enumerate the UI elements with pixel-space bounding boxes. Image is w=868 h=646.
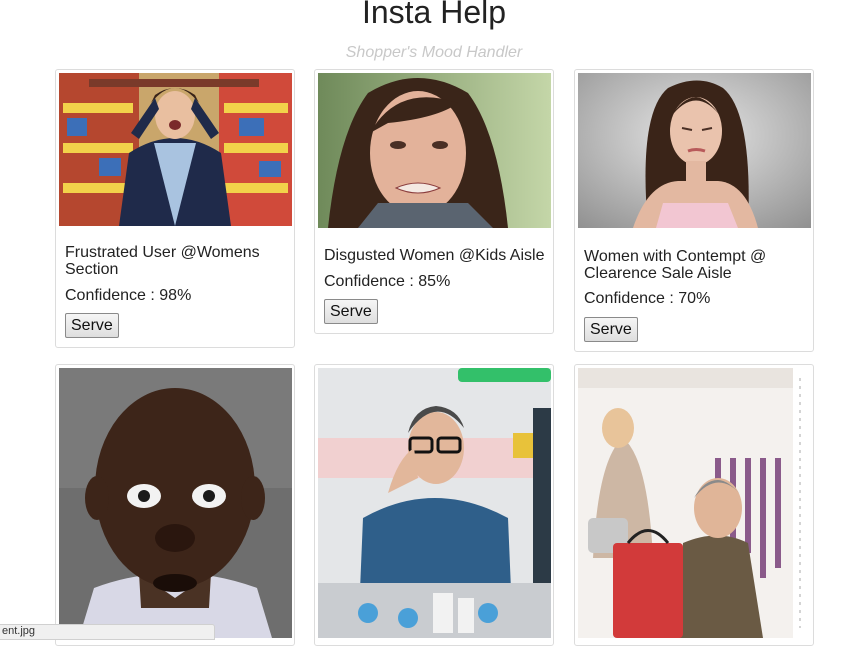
- mood-card-5: [314, 364, 554, 646]
- card-caption: Frustrated User @Womens Section: [65, 244, 260, 278]
- page-subtitle: Shopper's Mood Handler: [345, 44, 523, 61]
- serve-button[interactable]: Serve: [584, 317, 638, 342]
- status-bar-url: ent.jpg: [0, 624, 215, 640]
- mood-card-6: [574, 364, 814, 646]
- shopper-photo-2: [318, 73, 551, 228]
- shopper-photo-4: [59, 368, 292, 638]
- shopper-photo-5: [318, 368, 551, 638]
- confidence-label: Confidence : 98%: [65, 287, 192, 304]
- serve-button[interactable]: Serve: [65, 313, 119, 338]
- card-caption: Women with Contempt @ Clearence Sale Ais…: [584, 248, 767, 282]
- mood-card-1: Frustrated User @Womens Section Confiden…: [55, 69, 295, 348]
- shopper-photo-3: [578, 73, 811, 228]
- confidence-label: Confidence : 70%: [584, 290, 711, 307]
- serve-button[interactable]: Serve: [324, 299, 378, 324]
- page-title: Insta Help: [361, 0, 507, 30]
- mood-card-2: Disgusted Women @Kids Aisle Confidence :…: [314, 69, 554, 334]
- shopper-photo-6: [578, 368, 811, 638]
- mood-card-4: [55, 364, 295, 646]
- shopper-photo-1: [59, 73, 292, 226]
- confidence-label: Confidence : 85%: [324, 273, 451, 290]
- mood-card-3: Women with Contempt @ Clearence Sale Ais…: [574, 69, 814, 352]
- card-caption: Disgusted Women @Kids Aisle: [324, 247, 545, 264]
